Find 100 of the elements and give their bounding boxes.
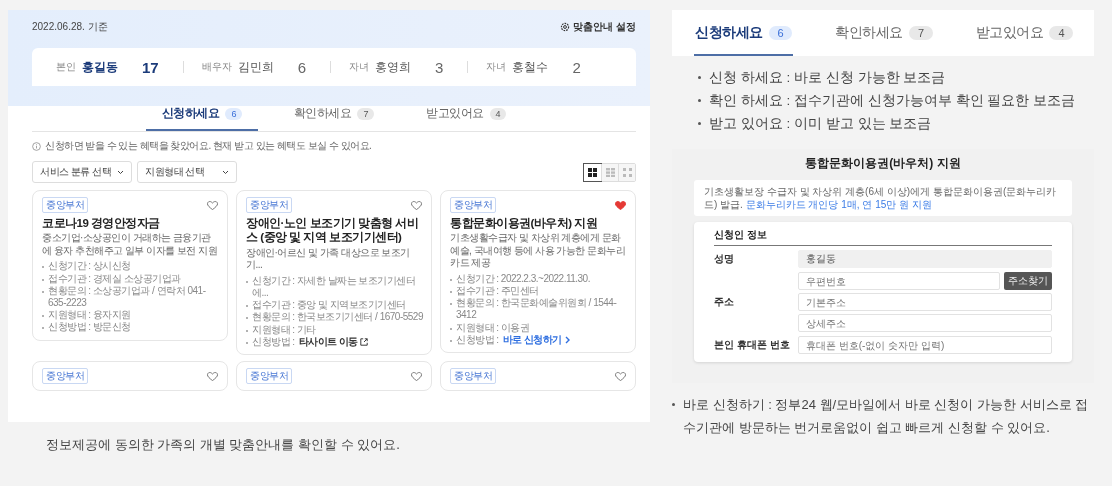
- benefit-count: 2: [572, 58, 581, 76]
- benefit-card[interactable]: 중앙부처: [236, 360, 432, 391]
- settings-link[interactable]: 맞춤안내 설정: [560, 20, 636, 34]
- heart-icon[interactable]: [410, 199, 423, 211]
- section-title: 신청인 정보: [714, 228, 1052, 246]
- category-tag: 중앙부처: [42, 367, 88, 384]
- info-icon: [32, 141, 41, 151]
- field-label: 주소: [714, 295, 735, 309]
- relation-label: 배우자: [201, 60, 232, 74]
- count-badge: 6: [768, 26, 793, 40]
- benefit-card[interactable]: 중앙부처: [32, 360, 228, 391]
- card-title: 통합문화이용권(바우처) 지원: [450, 216, 599, 231]
- postcode-field[interactable]: 우편번호: [798, 272, 1000, 290]
- date-label: 2022.06.28. 기준: [32, 20, 108, 34]
- detail-text: 현황문의 : 한국문화예술위원회 / 1544-3412: [456, 297, 618, 322]
- count-badge: 7: [908, 26, 933, 40]
- bullet-icon: [672, 403, 675, 406]
- bullet-icon: [698, 99, 701, 102]
- chevron-down-icon: [222, 169, 229, 175]
- member-name[interactable]: 홍길동: [82, 58, 118, 76]
- address-field[interactable]: 상세주소: [798, 314, 1052, 332]
- tab[interactable]: 신청하세요 6: [694, 10, 794, 56]
- bullet-text: 확인 하세요 : 접수기관에 신청가능여부 확인 필요한 보조금: [709, 92, 1075, 110]
- benefit-count: 6: [297, 58, 307, 76]
- intro-text: 기초생활보장 수급자 및 차상위 계층(6세 이상)에게 통합문화이용권(문화누리카드) 발급. 문화누리카드 개인당 1매, 연 15만 원 지원: [694, 180, 1072, 216]
- detail-text: 신청기간 : 자세한 날짜는 보조기기센터에...: [252, 274, 417, 300]
- chevron-right-icon: [564, 335, 570, 344]
- bullet-icon: [698, 122, 701, 125]
- detail-text: 신청기간 : 2022.2.3.~2022.11.30.: [456, 272, 590, 286]
- detail-text: 지원형태 : 융자지원: [48, 309, 131, 322]
- relation-label: 본인: [56, 60, 76, 74]
- chevron-down-icon: [117, 169, 124, 175]
- apply-link[interactable]: 바로 신청하기: [502, 333, 570, 346]
- external-link-icon: [359, 337, 368, 346]
- address-field[interactable]: 기본주소: [798, 293, 1052, 311]
- category-tag: 중앙부처: [450, 367, 496, 384]
- card-description: 장애인·어르신 및 가족 대상으로 보조기기...: [246, 246, 411, 272]
- bullet-text: 신청 하세요 : 바로 신청 가능한 보조금: [709, 69, 946, 87]
- benefit-count: 3: [435, 58, 444, 76]
- filter-dropdown[interactable]: 서비스 분류 선택: [32, 161, 132, 183]
- view-toggle[interactable]: [601, 163, 618, 181]
- detail-text: 지원형태 : 이용권: [456, 321, 530, 334]
- detail-text: 접수기관 : 경제실 소상공기업과: [48, 272, 181, 285]
- heart-icon[interactable]: [206, 199, 219, 211]
- intro-link[interactable]: 문화누리카드 개인당 1매, 연 15만 원 지원: [745, 199, 932, 210]
- detail-label: 신청방법 :: [252, 335, 295, 348]
- heart-icon[interactable]: [206, 369, 219, 382]
- bullet-icon: [698, 76, 701, 79]
- field-label: 성명: [714, 252, 735, 266]
- detail-text: 접수기관 : 중앙 및 지역보조기기센터: [252, 299, 406, 312]
- tab[interactable]: 받고있어요 4: [410, 98, 522, 131]
- field-label: 본인 휴대폰 번호: [714, 338, 791, 352]
- count-badge: 6: [225, 107, 242, 120]
- settings-icon: [560, 22, 571, 32]
- card-title: 코로나19 경영안정자금: [42, 216, 161, 231]
- benefit-card[interactable]: 중앙부처: [440, 360, 636, 391]
- grid-icon: [605, 167, 615, 177]
- name-field[interactable]: 홍길동: [798, 250, 1052, 268]
- relation-label: 자녀: [349, 60, 370, 74]
- tab[interactable]: 받고있어요 4: [974, 10, 1074, 56]
- card-title: 장애인·노인 보조기기 맞춤형 서비스 (중앙 및 지역 보조기기센터): [246, 216, 420, 245]
- detail-text: 현황문의 : 한국보조기기센터 / 1670-5529: [252, 311, 423, 324]
- heart-icon[interactable]: [614, 369, 627, 382]
- heart-icon[interactable]: [410, 369, 423, 382]
- notice-text: 신청하면 받을 수 있는 혜택을 찾았어요. 현재 받고 있는 혜택도 보실 수 있어요.: [45, 139, 372, 153]
- filter-dropdown[interactable]: 지원형태 선택: [137, 161, 237, 183]
- tab[interactable]: 확인하세요 7: [278, 98, 390, 131]
- detail-text: 신청기간 : 상시신청: [48, 260, 131, 273]
- detail-text: 현황문의 : 소상공기업과 / 연락처 041-635-2223: [48, 284, 207, 310]
- count-badge: 4: [1049, 26, 1073, 40]
- benefit-count: 17: [142, 58, 159, 76]
- view-toggle[interactable]: [618, 163, 635, 181]
- benefit-card[interactable]: 중앙부처 장애인·노인 보조기기 맞춤형 서비스 (중앙 및 지역 보조기기센터) 장애인·어르신 및 가족 대상으로 보조기기... 신청기간 : 자세한 날짜는 보조기기센터에... 접수기관 : 중앙 및 지역보조기기센터 현황문의 : 한국보조기기센터 / 1670-5529 지원형태 : 기타 신청방법 : 타사이트 이동: [236, 190, 432, 355]
- caption-text: 정보제공에 동의한 가족의 개별 맞춤안내를 확인할 수 있어요.: [45, 436, 401, 454]
- member-name[interactable]: 홍영희: [375, 58, 412, 76]
- card-description: 중소기업·소상공인이 거래하는 금융기관에 융자 추천해주고 일부 이자를 보전 지원: [42, 232, 219, 258]
- grid-icon: [588, 167, 597, 177]
- detail-text: 접수기관 : 주민센터: [456, 285, 539, 298]
- view-toggle[interactable]: [584, 163, 601, 181]
- detail-text: 신청방법 : 방문신청: [48, 321, 131, 334]
- find-address-button[interactable]: 주소찾기: [1004, 272, 1052, 290]
- card-description: 기초생활수급자 및 차상위 계층에게 문화예술, 국내여행 등에 사용 가능한 문화누리카드 제공: [450, 232, 627, 270]
- form-title: 통합문화이용권(바우처) 지원: [804, 155, 962, 172]
- bullet-text: 받고 있어요 : 이미 받고 있는 보조금: [709, 115, 932, 133]
- external-link[interactable]: 타사이트 이동: [298, 335, 368, 348]
- phone-field[interactable]: 휴대폰 번호(-없이 숫자만 입력): [798, 336, 1052, 354]
- tab[interactable]: 신청하세요 6: [145, 98, 258, 131]
- member-name[interactable]: 홍철수: [512, 58, 549, 76]
- detail-label: 신청방법 :: [456, 333, 499, 346]
- benefit-card[interactable]: 중앙부처 통합문화이용권(바우처) 지원 기초생활수급자 및 차상위 계층에게 문화예술, 국내여행 등에 사용 가능한 문화누리카드 제공 신청기간 : 2022.2.3.~2022.11.30. 접수기관 : 주민센터 현황문의 : 한국문화예술위원회 / 1544-3412 지원형태 : 이용권 신청방법 : 바로 신청하기: [440, 190, 636, 353]
- category-tag: 중앙부처: [246, 367, 292, 384]
- benefit-card[interactable]: 중앙부처 코로나19 경영안정자금 중소기업·소상공인이 거래하는 금융기관에 융자 추천해주고 일부 이자를 보전 지원 신청기간 : 상시신청 접수기관 : 경제실 소상공기업과 현황문의 : 소상공기업과 / 연락처 041-635-2223 지원형태 : 융자지원 신청방법 : 방문신청: [32, 190, 228, 341]
- tab[interactable]: 확인하세요 7: [834, 10, 934, 56]
- count-badge: 4: [489, 107, 506, 120]
- category-tag: 중앙부처: [246, 197, 292, 213]
- category-tag: 중앙부처: [450, 197, 496, 213]
- heart-icon[interactable]: [614, 199, 627, 211]
- note-text: 바로 신청하기 : 정부24 웹/모바일에서 바로 신청이 가능한 서비스로 접수기관에 방문하는 번거로움없이 쉽고 빠르게 신청할 수 있어요.: [683, 396, 1090, 437]
- category-tag: 중앙부처: [42, 197, 88, 213]
- member-name[interactable]: 김민희: [237, 58, 274, 76]
